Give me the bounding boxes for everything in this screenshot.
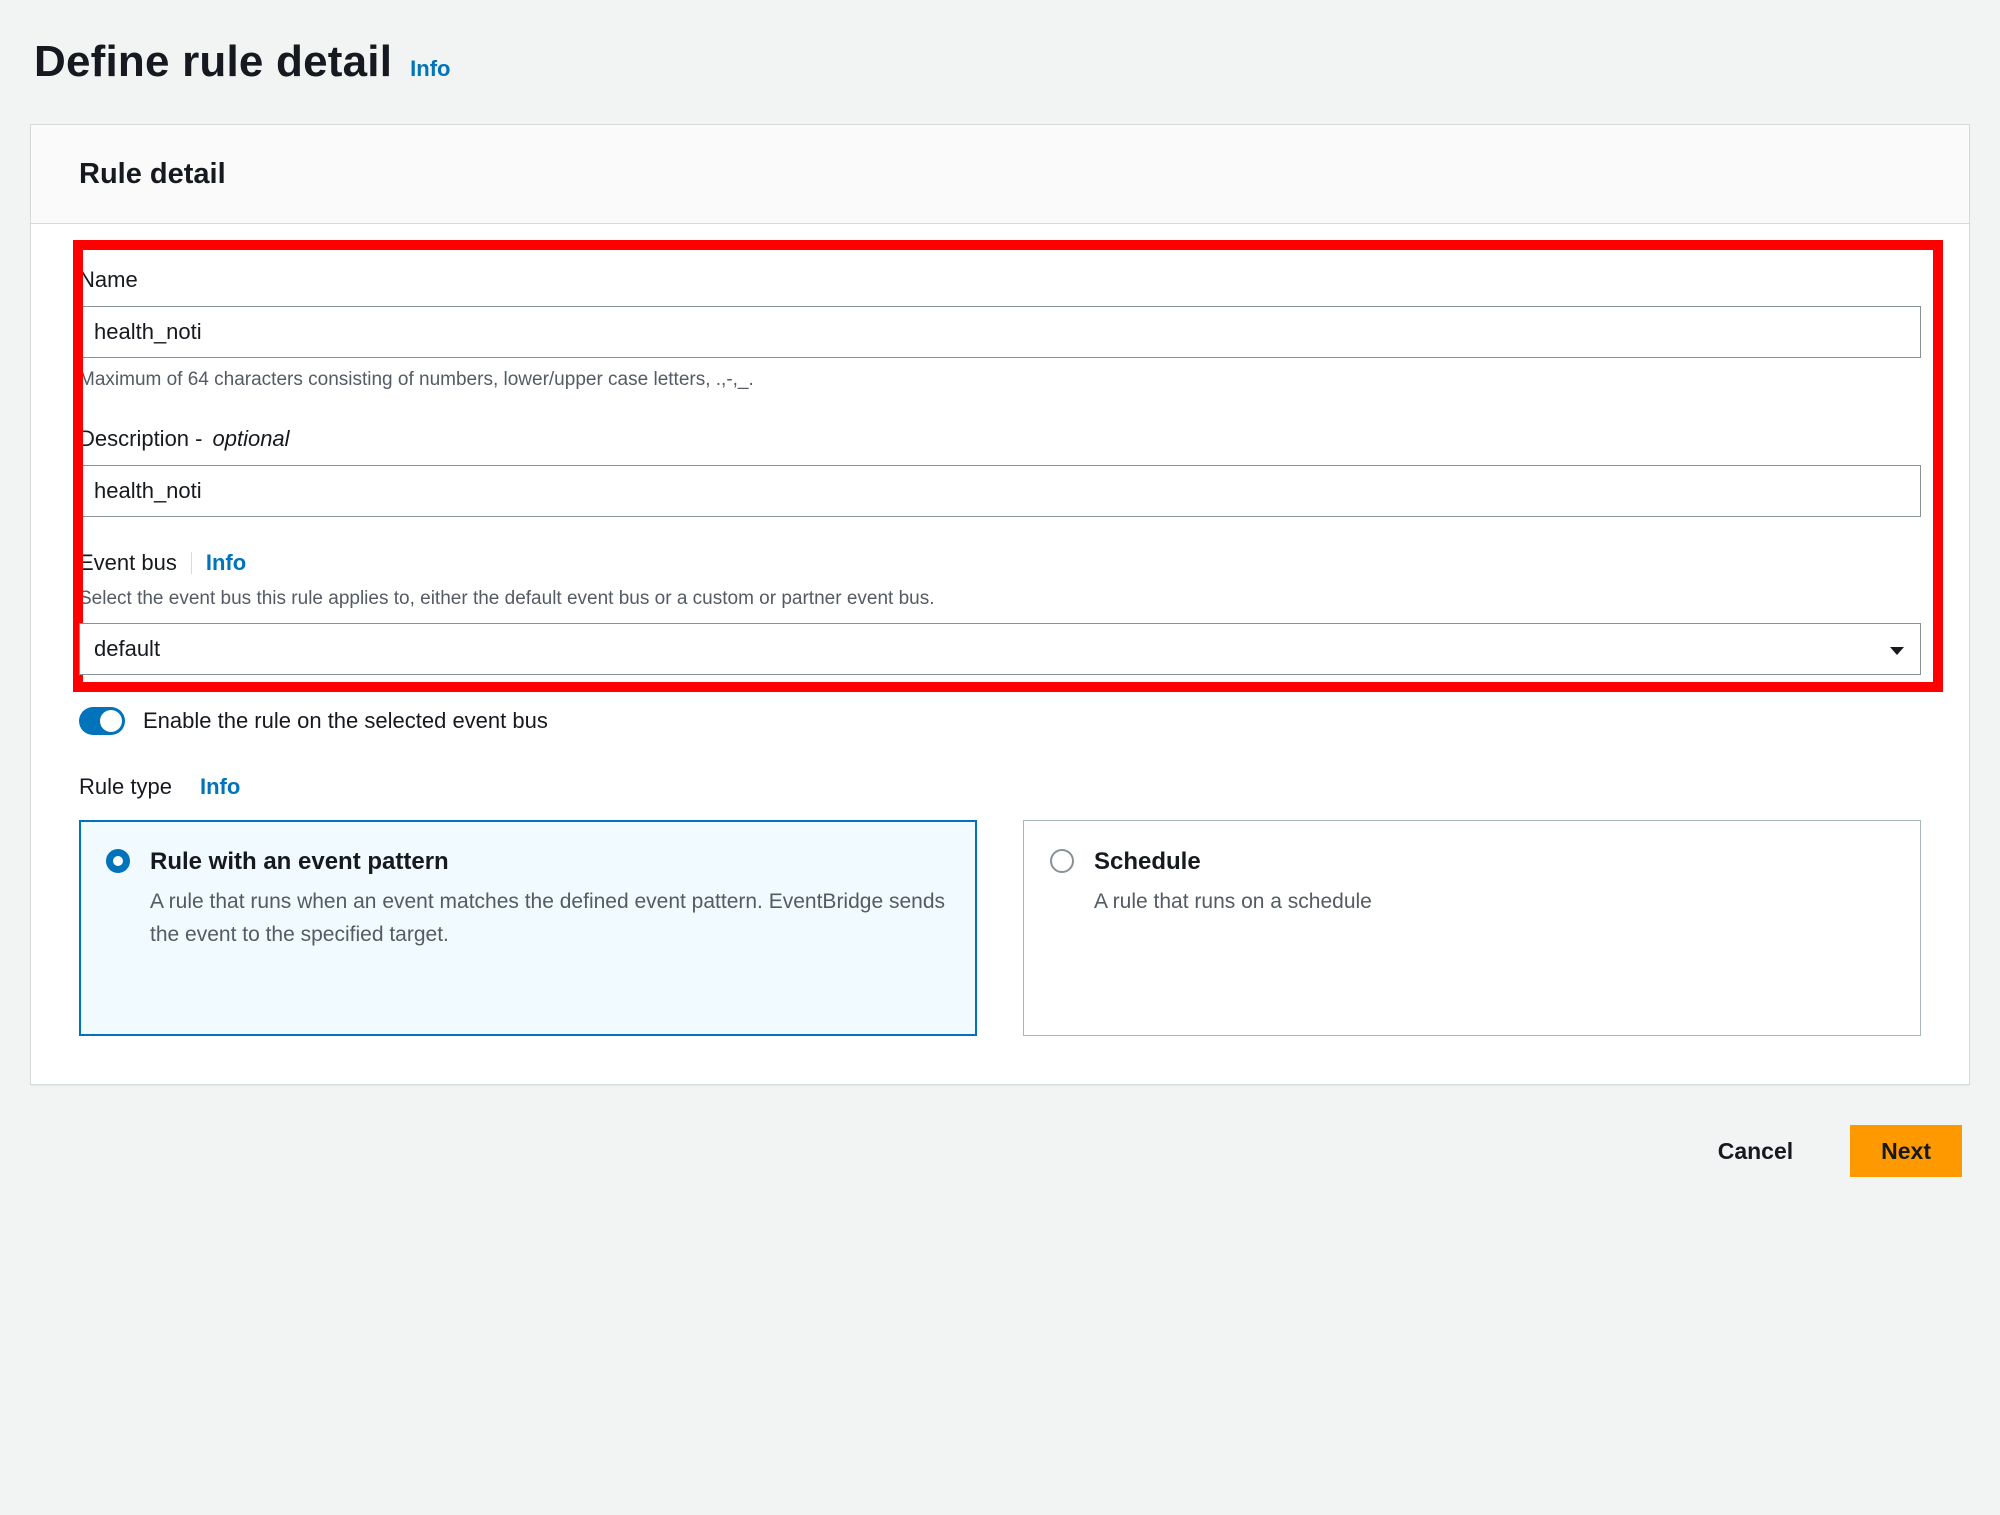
field-name: Name Maximum of 64 characters consisting…: [79, 264, 1921, 393]
card-body: Name Maximum of 64 characters consisting…: [31, 224, 1969, 1085]
event-bus-select[interactable]: [79, 623, 1921, 675]
next-button[interactable]: Next: [1850, 1125, 1962, 1177]
rule-type-info-link[interactable]: Info: [200, 771, 240, 803]
radio-icon: [1050, 849, 1074, 873]
event-bus-label: Event bus: [79, 547, 177, 579]
page-title: Define rule detail: [34, 30, 392, 94]
name-label: Name: [79, 264, 1921, 296]
tile-content: Schedule A rule that runs on a schedule: [1094, 845, 1894, 1009]
rule-type-tile-schedule[interactable]: Schedule A rule that runs on a schedule: [1023, 820, 1921, 1036]
page-header: Define rule detail Info: [30, 30, 1970, 94]
toggle-knob: [100, 710, 122, 732]
event-bus-info-link[interactable]: Info: [206, 547, 246, 579]
card-header: Rule detail: [31, 125, 1969, 224]
wizard-actions: Cancel Next: [30, 1125, 1970, 1177]
tile-title: Schedule: [1094, 845, 1894, 880]
event-bus-label-row: Event bus Info: [79, 547, 1921, 579]
enable-rule-toggle[interactable]: [79, 707, 125, 735]
rule-type-label: Rule type: [79, 771, 172, 803]
name-hint: Maximum of 64 characters consisting of n…: [79, 366, 1921, 394]
description-label-text: Description -: [79, 423, 202, 455]
description-optional: optional: [212, 423, 289, 455]
radio-icon: [106, 849, 130, 873]
tile-desc: A rule that runs on a schedule: [1094, 886, 1894, 919]
field-description: Description - optional: [79, 423, 1921, 517]
enable-rule-row: Enable the rule on the selected event bu…: [79, 705, 1921, 737]
description-input[interactable]: [79, 465, 1921, 517]
tile-content: Rule with an event pattern A rule that r…: [150, 845, 950, 1009]
name-input[interactable]: [79, 306, 1921, 358]
tile-title: Rule with an event pattern: [150, 845, 950, 880]
rule-type-options: Rule with an event pattern A rule that r…: [79, 820, 1921, 1036]
rule-type-tile-event-pattern[interactable]: Rule with an event pattern A rule that r…: [79, 820, 977, 1036]
field-event-bus: Event bus Info Select the event bus this…: [79, 547, 1921, 674]
event-bus-hint: Select the event bus this rule applies t…: [79, 585, 1921, 613]
description-label: Description - optional: [79, 423, 1921, 455]
cancel-button[interactable]: Cancel: [1687, 1125, 1824, 1177]
event-bus-select-wrap: [79, 623, 1921, 675]
rule-type-label-row: Rule type Info: [79, 771, 1921, 803]
rule-detail-card: Rule detail Name Maximum of 64 character…: [30, 124, 1970, 1086]
page-info-link[interactable]: Info: [410, 53, 450, 85]
label-divider: [191, 552, 192, 574]
page-root: Define rule detail Info Rule detail Name…: [0, 0, 2000, 1515]
tile-desc: A rule that runs when an event matches t…: [150, 886, 950, 951]
enable-rule-label: Enable the rule on the selected event bu…: [143, 705, 548, 737]
